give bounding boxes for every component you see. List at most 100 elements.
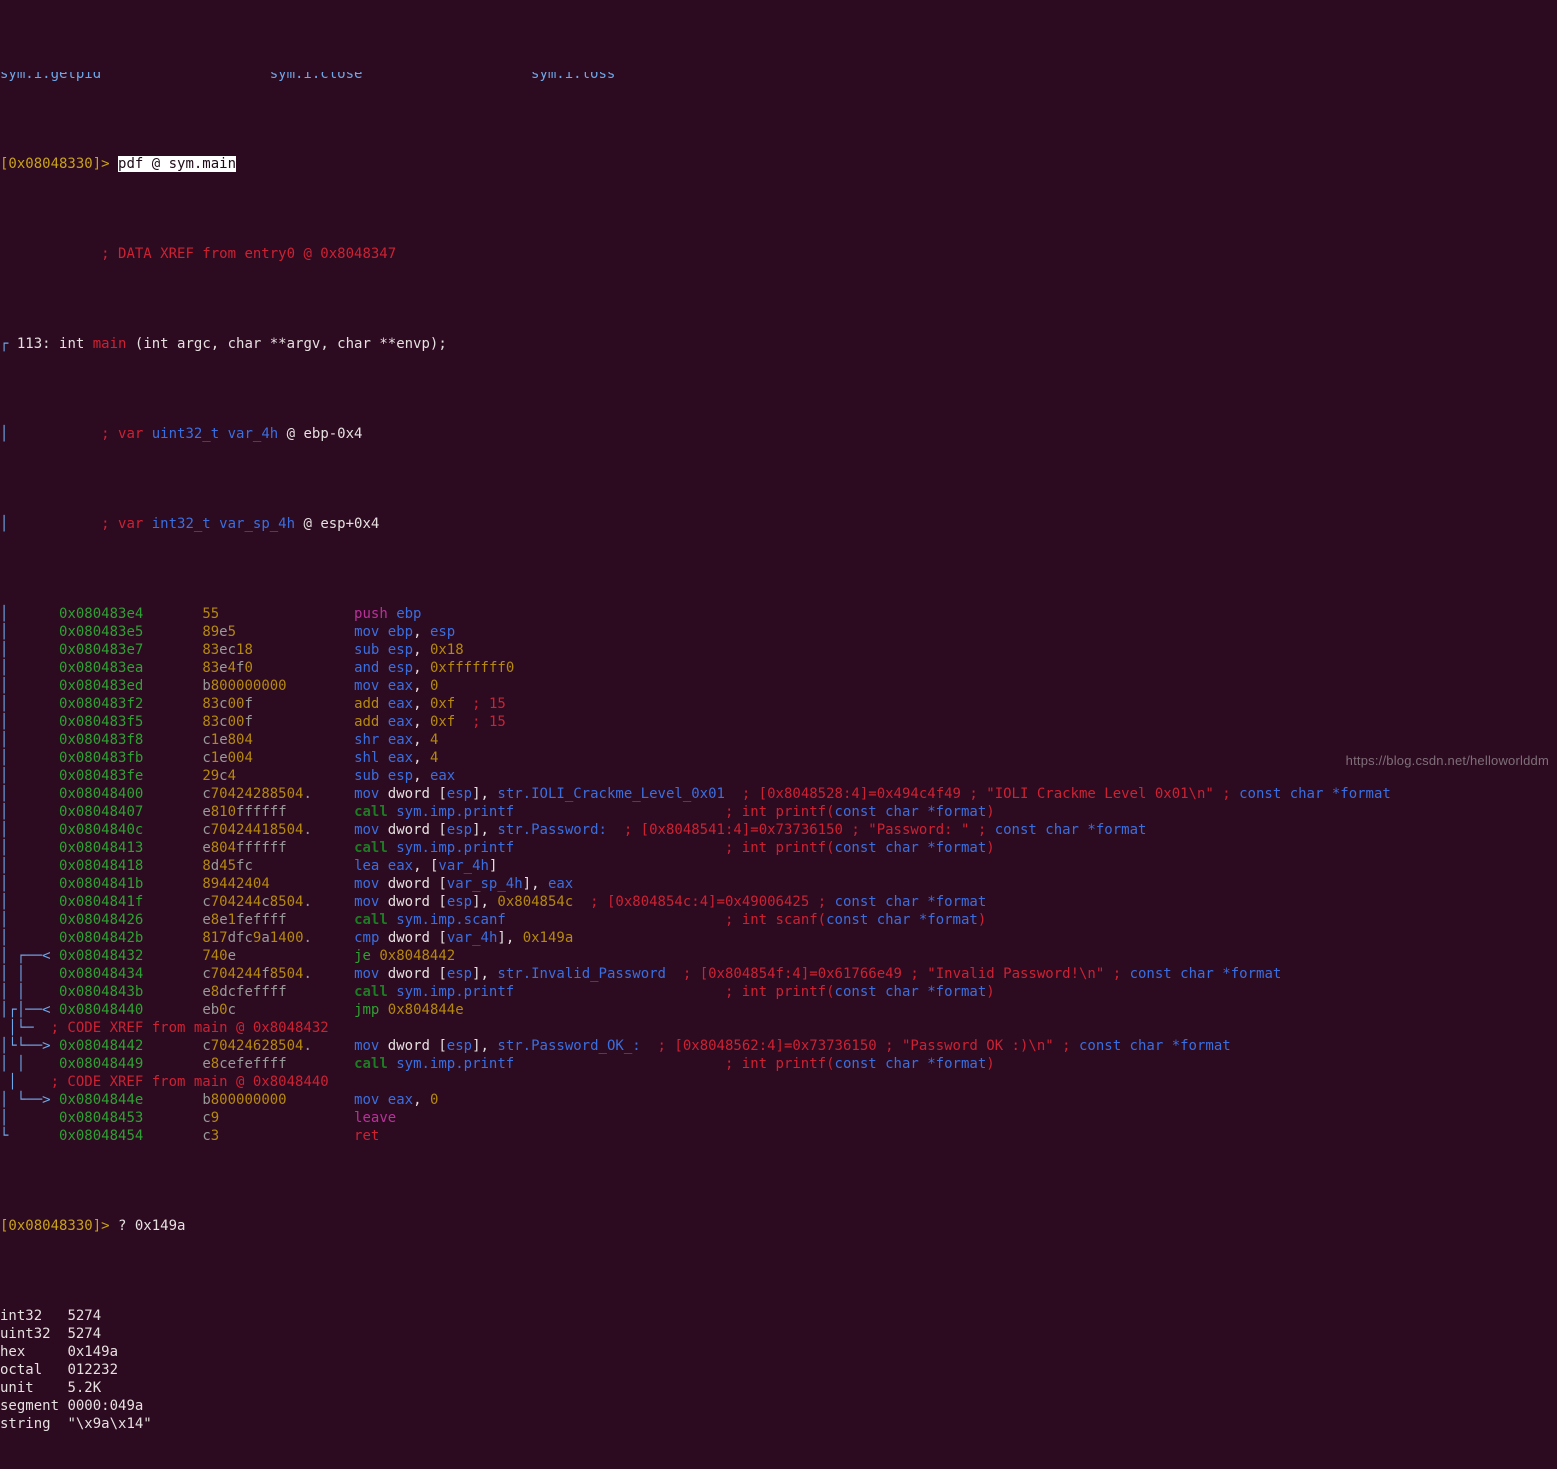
bytes-gap	[287, 804, 354, 820]
disassembly-row[interactable]: │┌│──< 0x08048440 eb0c jmp 0x804844e	[0, 1001, 1557, 1019]
disassembly-row[interactable]: │ 0x0804841b 89442404 mov dword [var_sp_…	[0, 875, 1557, 893]
bytes-gap	[270, 876, 354, 892]
instruction-offset: 0x0804840c	[59, 822, 203, 838]
instruction-comment: ; [0x8048562:4]=0x73736150 ; "Password O…	[657, 1038, 1231, 1054]
disassembly-row[interactable]: │ 0x080483fe 29c4 sub esp, eax	[0, 767, 1557, 785]
instruction-offset: 0x08048407	[59, 804, 203, 820]
instruction-mnemonic: cmp	[354, 930, 380, 946]
instruction-mnemonic: call	[354, 804, 388, 820]
flow-gutter: │ └──>	[0, 1092, 60, 1108]
bytes-gap	[236, 1002, 354, 1018]
number-conversion-output: int32 5274 uint32 5274 hex 0x149a octal 012…	[0, 1307, 1557, 1433]
bytes-gap	[219, 606, 354, 622]
disassembly-row[interactable]: │ 0x080483f8 c1e804 shr eax, 4	[0, 731, 1557, 749]
disassembly-row[interactable]: │ 0x080483fb c1e004 shl eax, 4	[0, 749, 1557, 767]
number-output-row: uint32 5274	[0, 1325, 1557, 1343]
flow-gutter: │	[0, 714, 60, 730]
number-output-value: 0x149a	[67, 1344, 119, 1360]
disassembly-row[interactable]: │ 0x08048426 e8e1feffff call sym.imp.sca…	[0, 911, 1557, 929]
bytes-gap	[287, 1092, 354, 1108]
code-xref-comment: ; CODE XREF from main @ 0x8048432	[50, 1020, 329, 1036]
disassembly-row[interactable]: │ │ 0x0804843b e8dcfeffff call sym.imp.p…	[0, 983, 1557, 1001]
prompt-line-2[interactable]: [0x08048330]> ? 0x149a	[0, 1217, 1557, 1235]
var-type-1: int32_t	[151, 516, 211, 532]
bytes-gap	[287, 1056, 354, 1072]
disassembly-row[interactable]: │ 0x08048453 c9 leave	[0, 1109, 1557, 1127]
instruction-operands: eax, 4	[387, 732, 439, 748]
disassembly-row[interactable]: │ 0x080483e4 55 push ebp	[0, 605, 1557, 623]
instruction-bytes: e810ffffff	[202, 804, 287, 820]
command-input-2[interactable]: ? 0x149a	[118, 1218, 185, 1234]
disassembly-row[interactable]: │ 0x080483ed b800000000 mov eax, 0	[0, 677, 1557, 695]
disassembly-row[interactable]: │ 0x08048407 e810ffffff call sym.imp.pri…	[0, 803, 1557, 821]
disassembly-row[interactable]: │ 0x080483f2 83c00f add eax, 0xf ; 15	[0, 695, 1557, 713]
flow-gutter: │	[0, 606, 60, 622]
gutter-blank	[0, 246, 101, 262]
comment-gap	[506, 912, 725, 928]
disassembly-row[interactable]: │└└──> 0x08048442 c70424628504. mov dwor…	[0, 1037, 1557, 1055]
disassembly-row[interactable]: │ │ 0x08048434 c704244f8504. mov dword […	[0, 965, 1557, 983]
function-size: 113:	[16, 336, 51, 352]
instruction-bytes: b800000000	[202, 1092, 287, 1108]
instruction-operands: ebp, esp	[387, 624, 456, 640]
instruction-mnemonic: call	[354, 912, 388, 928]
number-output-value: 5274	[67, 1326, 102, 1342]
flow-gutter: │ ┌──<	[0, 948, 60, 964]
disassembly-row[interactable]: │ 0x0804842b 817dfc9a1400. cmp dword [va…	[0, 929, 1557, 947]
instruction-bytes: b800000000	[202, 678, 287, 694]
instruction-operands: dword [esp], str.Password:	[379, 822, 607, 838]
flow-gutter: │	[0, 804, 60, 820]
bytes-gap	[287, 984, 354, 1000]
disassembly-row[interactable]: │ 0x08048418 8d45fc lea eax, [var_4h]	[0, 857, 1557, 875]
disassembly-row[interactable]: │ 0x08048413 e804ffffff call sym.imp.pri…	[0, 839, 1557, 857]
bytes-gap	[287, 678, 354, 694]
prompt-line-1[interactable]: [0x08048330]> pdf @ sym.main	[0, 155, 1557, 173]
instruction-operands: eax, 0xf	[387, 696, 456, 712]
instruction-operands: dword [esp], str.IOLI_Crackme_Level_0x01	[379, 786, 725, 802]
bytes-gap	[253, 642, 354, 658]
number-output-row: octal 012232	[0, 1361, 1557, 1379]
function-return-type: int	[59, 336, 85, 352]
instruction-mnemonic: and	[354, 660, 380, 676]
instruction-operands: 0x8048442	[379, 948, 456, 964]
disassembly-row[interactable]: └ 0x08048454 c3 ret	[0, 1127, 1557, 1145]
instruction-mnemonic: call	[354, 984, 388, 1000]
instruction-mnemonic: add	[354, 696, 380, 712]
instruction-offset: 0x080483ea	[59, 660, 203, 676]
instruction-mnemonic: lea	[354, 858, 380, 874]
disassembly-row[interactable]: │ │ 0x08048449 e8cefeffff call sym.imp.p…	[0, 1055, 1557, 1073]
disassembly-row[interactable]: │ 0x080483ea 83e4f0 and esp, 0xfffffff0	[0, 659, 1557, 677]
instruction-comment: ; [0x8048541:4]=0x73736150 ; "Password: …	[623, 822, 1147, 838]
instruction-operands: sym.imp.scanf	[396, 912, 506, 928]
disassembly-row[interactable]: │ 0x080483f5 83c00f add eax, 0xf ; 15	[0, 713, 1557, 731]
flow-gutter: │	[0, 678, 60, 694]
disassembly-row[interactable]: │ 0x08048400 c70424288504. mov dword [es…	[0, 785, 1557, 803]
number-output-row: string "\x9a\x14"	[0, 1415, 1557, 1433]
bytes-gap	[253, 732, 354, 748]
previous-symbols-line: sym.i.getpid sym.i.close sym.i.loss	[0, 72, 616, 82]
disassembly-row[interactable]: │ 0x080483e7 83ec18 sub esp, 0x18	[0, 641, 1557, 659]
command-input-1[interactable]: pdf @ sym.main	[118, 156, 237, 172]
terminal-screen[interactable]: sym.i.getpid sym.i.close sym.i.loss [0x0…	[0, 0, 1557, 1432]
instruction-bytes: 83c00f	[202, 714, 253, 730]
disassembly-row[interactable]: │ 0x080483e5 89e5 mov ebp, esp	[0, 623, 1557, 641]
disassembly-row[interactable]: │ 0x0804840c c70424418504. mov dword [es…	[0, 821, 1557, 839]
disassembly-row[interactable]: │ ┌──< 0x08048432 740e je 0x8048442	[0, 947, 1557, 965]
disassembly-row[interactable]: │ └──> 0x0804844e b800000000 mov eax, 0	[0, 1091, 1557, 1109]
instruction-comment: ; int scanf(const char *format)	[724, 912, 987, 928]
flow-gutter: │	[0, 642, 60, 658]
disassembly-listing[interactable]: │ 0x080483e4 55 push ebp │ 0x080483e5 89e…	[0, 605, 1557, 1145]
disassembly-row[interactable]: │ 0x0804841f c704244c8504. mov dword [es…	[0, 893, 1557, 911]
instruction-mnemonic: shr	[354, 732, 380, 748]
number-output-label: int32	[0, 1308, 68, 1324]
bytes-gap	[236, 768, 354, 784]
number-output-label: octal	[0, 1362, 68, 1378]
comment-gap	[607, 822, 624, 838]
instruction-bytes: 817dfc9a1400.	[202, 930, 312, 946]
instruction-mnemonic: shl	[354, 750, 380, 766]
bytes-gap	[219, 1110, 354, 1126]
instruction-mnemonic: leave	[354, 1110, 397, 1126]
number-output-label: unit	[0, 1380, 68, 1396]
instruction-offset: 0x080483fb	[59, 750, 203, 766]
